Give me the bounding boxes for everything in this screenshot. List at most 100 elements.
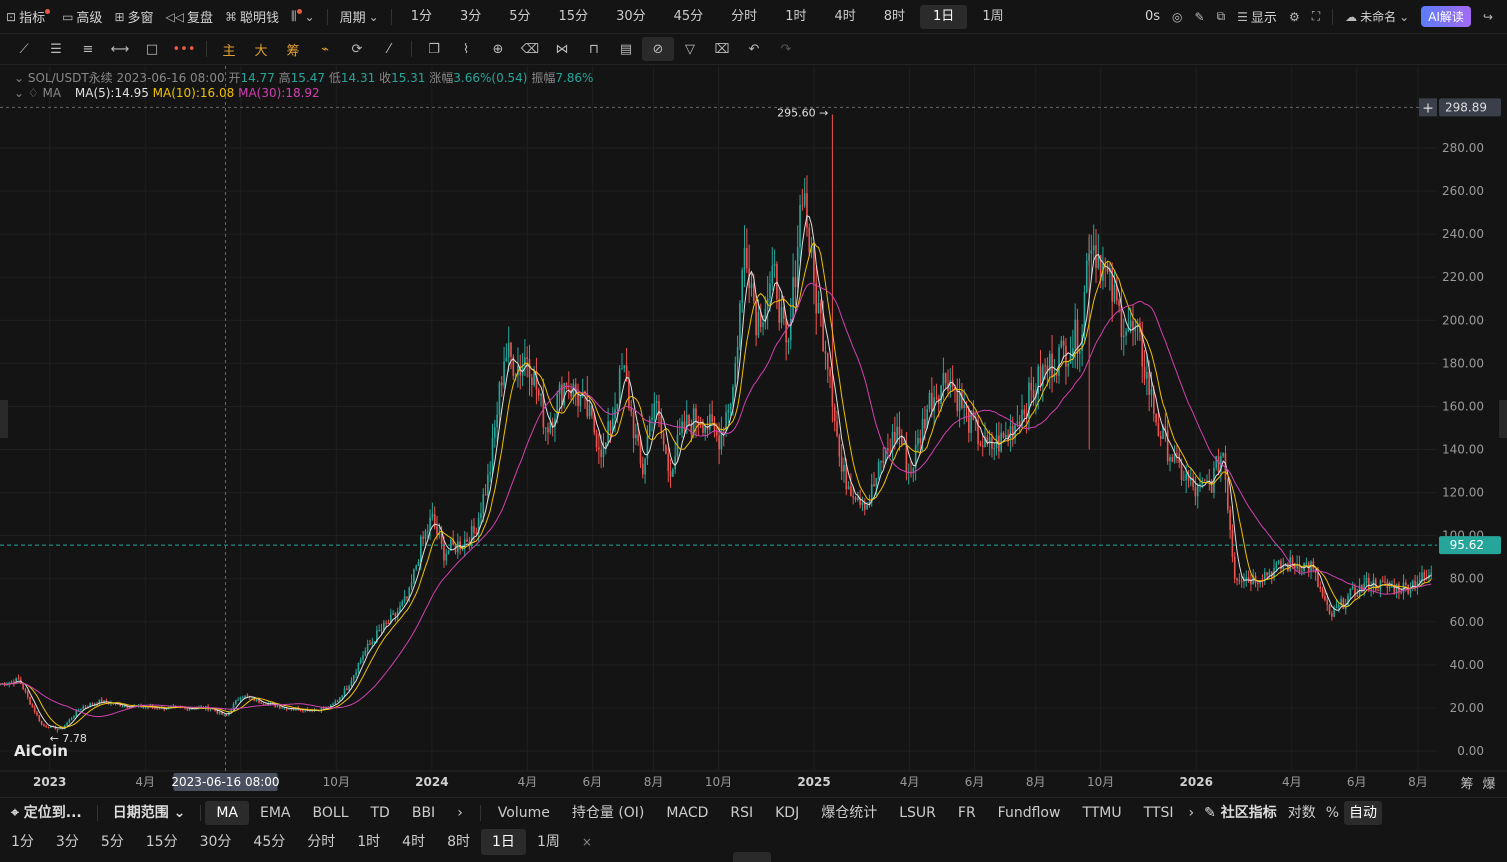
period-tab-0[interactable]: 1分: [398, 5, 445, 29]
main-indicator-4[interactable]: BBI: [401, 801, 446, 825]
more-main-indicators[interactable]: ›: [446, 801, 474, 825]
period-tab-4[interactable]: 30分: [603, 5, 659, 29]
collapse-icon[interactable]: ⌄: [14, 86, 24, 100]
share-button[interactable]: ↪: [1477, 0, 1499, 34]
auto-scale-toggle[interactable]: 自动: [1344, 800, 1383, 825]
sub-indicator-1[interactable]: 持仓量 (OI): [561, 801, 656, 825]
sub-indicator-2[interactable]: MACD: [655, 801, 719, 825]
price-chart[interactable]: 0.00 20.00 40.00 60.00 80.00 100.00 120.00 140.…: [0, 66, 1507, 796]
magnet-tool[interactable]: ⋈: [546, 37, 578, 61]
bell-icon[interactable]: ♢: [28, 86, 39, 100]
link-tool[interactable]: ⊘: [642, 37, 674, 61]
zoom-tool[interactable]: ⊕: [482, 37, 514, 61]
bottom-period-tab-10[interactable]: 1日: [481, 829, 526, 855]
sub-indicator-7[interactable]: FR: [947, 801, 987, 825]
candlestick-icon: ⫼: [291, 9, 297, 23]
more-sub-indicators[interactable]: ›: [1185, 801, 1199, 825]
left-collapse-handle[interactable]: [0, 400, 8, 438]
period-tab-3[interactable]: 15分: [546, 5, 602, 29]
panel-resize-handle[interactable]: [733, 852, 771, 862]
parallel-channel-tool[interactable]: ☰: [40, 37, 72, 61]
chart-canvas[interactable]: 0.0020.0040.0060.0080.00100.00120.00140.…: [0, 66, 1507, 796]
sub-indicator-5[interactable]: 爆仓统计: [810, 801, 888, 825]
filter-tool[interactable]: ▽: [674, 37, 706, 61]
bottom-period-tab-3[interactable]: 15分: [135, 829, 189, 855]
chip-toggle[interactable]: 筹: [277, 37, 309, 61]
screenshot-button[interactable]: ◎: [1166, 0, 1188, 34]
bottom-period-tab-8[interactable]: 4时: [391, 829, 436, 855]
sync-tool[interactable]: ⟳: [341, 37, 373, 61]
main-indicator-1[interactable]: EMA: [249, 801, 302, 825]
sub-indicator-0[interactable]: Volume: [487, 801, 561, 825]
bottom-period-tab-7[interactable]: 1时: [346, 829, 391, 855]
close-period-bar-button[interactable]: ×: [571, 829, 603, 855]
sub-indicator-6[interactable]: LSUR: [888, 801, 947, 825]
candle-body: [653, 403, 656, 418]
main-chart-toggle[interactable]: 主: [213, 37, 245, 61]
rectangle-tool[interactable]: □: [136, 37, 168, 61]
ai-interpret-button[interactable]: AI解读: [1415, 0, 1477, 34]
popout-button[interactable]: ⧉: [1211, 0, 1232, 34]
period-tab-7[interactable]: 1时: [772, 5, 819, 29]
percent-scale-toggle[interactable]: %: [1321, 801, 1344, 825]
delete-tool[interactable]: ⌧: [706, 37, 738, 61]
period-tab-10[interactable]: 1日: [920, 4, 968, 29]
advanced-button[interactable]: ▭ 高级: [56, 0, 108, 34]
template-tool[interactable]: ▤: [610, 37, 642, 61]
ma5-value: MA(5):14.95: [74, 86, 149, 100]
log-scale-toggle[interactable]: 对数: [1283, 801, 1321, 825]
main-indicator-3[interactable]: TD: [360, 801, 401, 825]
brush-tool[interactable]: ⁄: [373, 37, 405, 61]
period-tab-6[interactable]: 分时: [718, 5, 770, 29]
bottom-period-tab-9[interactable]: 8时: [436, 829, 481, 855]
alert-line-tool[interactable]: ⌁: [309, 37, 341, 61]
multi-window-button[interactable]: ⊞ 多窗: [108, 0, 159, 34]
bottom-period-tab-2[interactable]: 5分: [90, 829, 135, 855]
bottom-period-tab-4[interactable]: 30分: [189, 829, 243, 855]
edit-button[interactable]: ✎: [1189, 0, 1211, 34]
chart-type-button[interactable]: ⫼ ⌄: [285, 0, 321, 34]
display-button[interactable]: ☰ 显示: [1231, 0, 1283, 34]
period-tab-8[interactable]: 4时: [821, 5, 868, 29]
copy-tool[interactable]: ❐: [418, 37, 450, 61]
locate-button[interactable]: ⌖ 定位到...: [0, 801, 93, 825]
collapse-icon[interactable]: ⌄: [14, 71, 24, 85]
period-tab-2[interactable]: 5分: [496, 5, 543, 29]
trendline-tool[interactable]: ⟋: [8, 37, 40, 61]
smart-money-button[interactable]: ⌘ 聪明钱: [219, 0, 285, 34]
sub-indicator-10[interactable]: TTSI: [1133, 801, 1185, 825]
redo-button[interactable]: ↷: [770, 37, 802, 61]
community-indicators-button[interactable]: ✎ 社区指标: [1198, 801, 1283, 825]
bottom-period-tab-5[interactable]: 45分: [242, 829, 296, 855]
main-indicator-0[interactable]: MA: [205, 800, 249, 825]
bottom-period-tab-11[interactable]: 1周: [526, 829, 571, 855]
period-tab-11[interactable]: 1周: [969, 5, 1016, 29]
bottom-period-tab-1[interactable]: 3分: [45, 829, 90, 855]
period-tab-1[interactable]: 3分: [447, 5, 494, 29]
undo-button[interactable]: ↶: [738, 37, 770, 61]
indicators-button[interactable]: ⊡ 指标: [0, 0, 56, 34]
replay-button[interactable]: ◁◁ 复盘: [160, 0, 219, 34]
fullscreen-button[interactable]: ⛶: [1306, 0, 1326, 34]
sub-indicator-8[interactable]: Fundflow: [987, 801, 1072, 825]
bottom-period-tab-6[interactable]: 分时: [296, 829, 346, 855]
eraser-tool[interactable]: ⌫: [514, 37, 546, 61]
layout-name-button[interactable]: ☁ 未命名 ⌄: [1339, 0, 1415, 34]
period-tab-5[interactable]: 45分: [661, 5, 717, 29]
sub-indicator-3[interactable]: RSI: [719, 801, 764, 825]
main-indicator-2[interactable]: BOLL: [302, 801, 360, 825]
sub-indicator-4[interactable]: KDJ: [764, 801, 810, 825]
bottom-period-tab-0[interactable]: 1分: [0, 829, 45, 855]
period-tab-9[interactable]: 8时: [871, 5, 918, 29]
sub-indicator-9[interactable]: TTMU: [1071, 801, 1132, 825]
right-collapse-handle[interactable]: [1499, 400, 1507, 438]
lock-tool[interactable]: ⊓: [578, 37, 610, 61]
ruler-tool[interactable]: ⌇: [450, 37, 482, 61]
date-range-button[interactable]: 日期范围 ⌄: [102, 801, 197, 825]
fib-tool[interactable]: ≡: [72, 37, 104, 61]
settings-button[interactable]: ⚙: [1283, 0, 1306, 34]
more-tools[interactable]: •••: [168, 37, 200, 61]
big-order-toggle[interactable]: 大: [245, 37, 277, 61]
period-menu-button[interactable]: 周期 ⌄: [334, 0, 385, 34]
horizontal-line-tool[interactable]: ⟷: [104, 37, 136, 61]
